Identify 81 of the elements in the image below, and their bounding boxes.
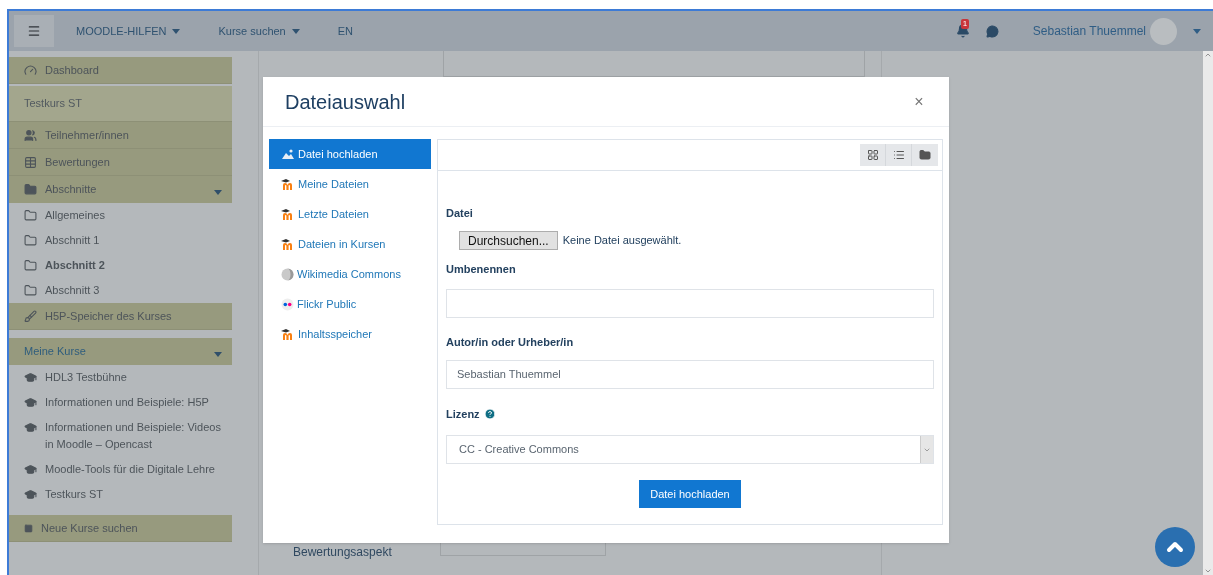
folder-icon: [24, 209, 37, 222]
repository-item[interactable]: Flickr Public: [269, 289, 431, 319]
globe-icon: [281, 267, 294, 281]
menu-icon: [27, 24, 41, 38]
repository-item[interactable]: Letzte Dateien: [269, 199, 431, 229]
sidebar-item[interactable]: Teilnehmer/innen: [9, 122, 232, 149]
flickr-logo-icon: [281, 297, 294, 311]
sidebar-link[interactable]: HDL3 Testbühne: [9, 365, 232, 390]
caret-icon: [291, 28, 300, 34]
scroll-down-icon[interactable]: [1204, 567, 1212, 575]
avatar[interactable]: [1150, 17, 1177, 45]
nav-menu[interactable]: Kurse suchen: [218, 22, 300, 40]
sidebar-link[interactable]: Allgemeines: [9, 203, 232, 228]
sidebar-item[interactable]: Neue Kurse suchen: [9, 515, 232, 542]
moodle-logo-icon: [281, 328, 295, 340]
repository-item[interactable]: Meine Dateien: [269, 169, 431, 199]
nav-menu[interactable]: MOODLE-HILFEN: [76, 22, 181, 40]
close-button[interactable]: ×: [911, 89, 927, 114]
notifications-button[interactable]: 1: [955, 23, 972, 39]
sidebar-link[interactable]: Informationen und Beispiele: Videos in Moodle – Opencast: [9, 415, 232, 457]
graduation-cap-icon: [24, 371, 37, 384]
field-label: Datei: [446, 206, 474, 221]
input-field[interactable]: Sebastian Thuemmel: [446, 359, 934, 389]
repository-item[interactable]: Wikimedia Commons: [269, 259, 431, 289]
browse-button[interactable]: Durchsuchen...: [459, 230, 558, 250]
sidebar-item[interactable]: Bewertungen: [9, 149, 232, 176]
graduation-cap-icon: [24, 488, 37, 501]
caret-icon: [1193, 28, 1201, 34]
scrollbar[interactable]: [1203, 51, 1213, 575]
list-icon: [892, 149, 905, 161]
graduation-cap-icon: [24, 463, 37, 476]
sidebar-link[interactable]: Abschnitt 1: [9, 228, 232, 253]
folder-icon: [919, 149, 931, 161]
table-icon: [24, 155, 37, 169]
repository-item[interactable]: Datei hochladen: [269, 139, 431, 169]
field-label: Bewertungsaspekt: [293, 544, 392, 561]
file-status: Keine Datei ausgewählt.: [562, 232, 682, 248]
sidebar-link[interactable]: Informationen und Beispiele: H5P: [9, 390, 232, 415]
user-name[interactable]: Sebastian Thuemmel: [1032, 22, 1146, 40]
field-label: Lizenz: [446, 406, 480, 422]
dialog-title: Dateiauswahl: [285, 89, 406, 115]
help-icon[interactable]: [483, 407, 496, 420]
menu-button[interactable]: [14, 15, 54, 47]
moodle-logo-icon: [281, 208, 295, 220]
upload-button[interactable]: Datei hochladen: [639, 480, 741, 508]
nav-menu[interactable]: EN: [337, 22, 353, 40]
square-icon: [24, 523, 33, 533]
image-icon: [281, 148, 295, 160]
moodle-logo-icon: [281, 238, 295, 250]
repository-item[interactable]: Inhaltsspeicher: [269, 319, 431, 349]
caret-icon: [214, 190, 222, 195]
grid-icon: [866, 149, 879, 161]
sidebar-link[interactable]: Moodle-Tools für die Digitale Lehre: [9, 457, 232, 482]
dashboard-icon: [24, 63, 37, 77]
sidebar-section[interactable]: Abschnitte: [9, 176, 232, 203]
text-area[interactable]: [443, 51, 865, 77]
field-label: Umbenennen: [446, 261, 517, 277]
chat-icon[interactable]: [985, 24, 999, 38]
moodle-logo-icon: [281, 178, 295, 190]
caret-icon: [214, 352, 222, 357]
folder-icon: [24, 183, 37, 196]
graduation-cap-icon: [24, 396, 37, 409]
folder-icon: [24, 284, 37, 297]
sidebar-link[interactable]: Abschnitt 2: [9, 253, 232, 278]
field-label: Autor/in oder Urheber/in: [446, 335, 575, 350]
caret-icon: [172, 28, 181, 34]
select-field[interactable]: CC - Creative Commons: [446, 435, 934, 464]
repository-item[interactable]: Dateien in Kursen: [269, 229, 431, 259]
sidebar-item[interactable]: H5P-Speicher des Kurses: [9, 303, 232, 330]
sidebar-item[interactable]: Dashboard: [9, 57, 232, 84]
sidebar-link[interactable]: Testkurs ST: [9, 482, 232, 507]
sidebar-header[interactable]: Testkurs ST: [9, 86, 232, 122]
notification-badge: 1: [960, 19, 970, 29]
sidebar-link[interactable]: Abschnitt 3: [9, 278, 232, 303]
graduation-cap-icon: [24, 421, 37, 434]
brush-icon: [24, 309, 37, 323]
folder-icon: [24, 259, 37, 272]
folder-icon: [24, 234, 37, 247]
users-icon: [24, 128, 37, 142]
sidebar-section[interactable]: Meine Kurse: [9, 338, 232, 365]
scroll-up-icon[interactable]: [1204, 51, 1212, 59]
